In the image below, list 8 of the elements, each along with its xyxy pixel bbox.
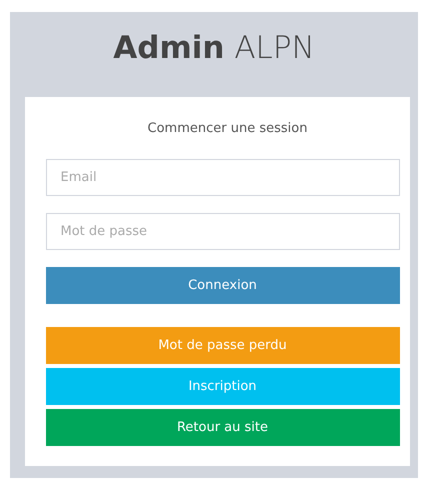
password-field[interactable]: Mot de passe — [46, 213, 400, 250]
login-message: Commencer une session — [146, 121, 308, 136]
register-button[interactable]: Inscription — [46, 368, 400, 405]
email-field[interactable]: Email — [46, 159, 400, 196]
lost-password-button[interactable]: Mot de passe perdu — [46, 327, 400, 364]
app-logo: Admin ALPN — [113, 30, 315, 66]
back-to-site-button[interactable]: Retour au site — [46, 409, 400, 446]
login-button[interactable]: Connexion — [46, 267, 400, 304]
